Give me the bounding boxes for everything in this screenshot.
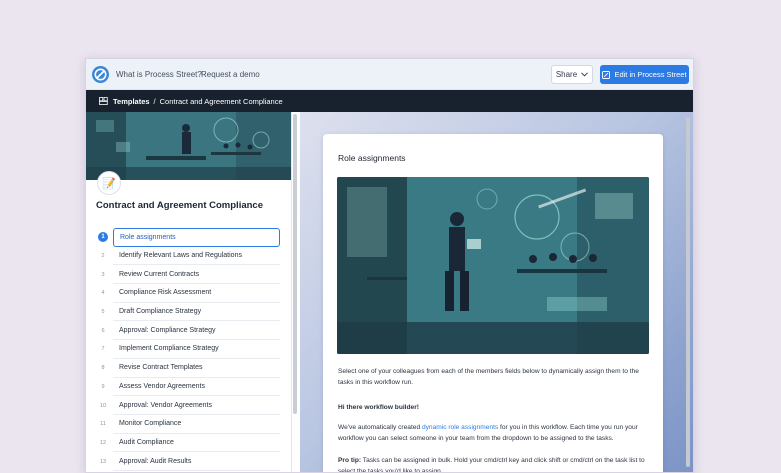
pro-tip-paragraph: Pro tip: Tasks can be assigned in bulk. … <box>338 455 648 473</box>
sidebar-scrollbar[interactable] <box>293 114 297 414</box>
task-number: 8 <box>101 365 105 372</box>
top-bar: What is Process Street? Request a demo S… <box>86 59 693 90</box>
task-label: Identify Relevant Laws and Regulations <box>113 247 280 266</box>
app-window: What is Process Street? Request a demo S… <box>85 58 694 473</box>
task-list: 1 Role assignments 2 Identify Relevant L… <box>86 228 291 471</box>
edit-button-label: Edit in Process Street <box>614 70 687 79</box>
pro-tip-text: Tasks can be assigned in bulk. Hold your… <box>338 457 645 473</box>
workflow-title: Contract and Agreement Compliance <box>96 200 263 211</box>
task-item[interactable]: 7 Implement Compliance Strategy <box>86 340 291 359</box>
task-number: 9 <box>101 383 105 390</box>
task-item[interactable]: 13 Approval: Audit Results <box>86 452 291 471</box>
task-item[interactable]: 5 Draft Compliance Strategy <box>86 303 291 322</box>
breadcrumb: Templates / Contract and Agreement Compl… <box>86 90 693 112</box>
main-content: Role assignments Select one of your coll… <box>300 112 693 473</box>
intro-paragraph: Select one of your colleagues from each … <box>338 368 639 386</box>
task-label: Approval: Compliance Strategy <box>113 321 280 341</box>
task-label: Audit Compliance <box>113 434 280 453</box>
task-number: 7 <box>101 346 105 353</box>
task-item[interactable]: 11 Monitor Compliance <box>86 415 291 434</box>
task-number: 12 <box>99 439 107 446</box>
task-number: 6 <box>101 327 105 334</box>
edit-in-process-street-button[interactable]: Edit in Process Street <box>600 65 689 84</box>
task-item[interactable]: 4 Compliance Risk Assessment <box>86 284 291 303</box>
task-item[interactable]: 12 Audit Compliance <box>86 434 291 453</box>
task-title: Role assignments <box>338 153 406 163</box>
task-item[interactable]: 1 Role assignments <box>86 228 291 247</box>
task-item[interactable]: 10 Approval: Vendor Agreements <box>86 396 291 415</box>
paragraph-text: We've automatically created <box>338 424 422 431</box>
chevron-down-icon <box>581 72 589 77</box>
task-item[interactable]: 6 Approval: Compliance Strategy <box>86 321 291 341</box>
edit-pencil-icon <box>602 70 611 79</box>
dynamic-role-assignments-link[interactable]: dynamic role assignments <box>422 424 498 431</box>
nav-what-is-process-street[interactable]: What is Process Street? <box>116 70 202 79</box>
task-image <box>337 177 649 354</box>
task-label: Review Current Contracts <box>113 265 280 285</box>
task-label: Implement Compliance Strategy <box>113 340 280 359</box>
task-number: 10 <box>99 402 107 409</box>
workflow-cover-image <box>86 112 291 180</box>
task-label: Role assignments <box>113 228 280 247</box>
dynamic-roles-paragraph: We've automatically created dynamic role… <box>338 422 648 444</box>
task-label: Draft Compliance Strategy <box>113 303 280 322</box>
task-label: Approval: Vendor Agreements <box>113 396 280 415</box>
share-button[interactable]: Share <box>551 65 593 84</box>
task-label: Revise Contract Templates <box>113 359 280 378</box>
task-label: Monitor Compliance <box>113 415 280 434</box>
templates-icon <box>99 97 108 105</box>
task-number: 3 <box>101 271 105 278</box>
nav-request-demo[interactable]: Request a demo <box>201 70 260 79</box>
task-item[interactable]: 2 Identify Relevant Laws and Regulations <box>86 247 291 266</box>
breadcrumb-templates[interactable]: Templates <box>113 97 150 106</box>
workflow-emoji-icon: 📝 <box>97 171 121 195</box>
task-number: 2 <box>101 253 105 260</box>
task-item[interactable]: 3 Review Current Contracts <box>86 265 291 285</box>
task-label: Compliance Risk Assessment <box>113 284 280 303</box>
task-item[interactable]: 8 Revise Contract Templates <box>86 359 291 378</box>
share-label: Share <box>555 70 578 79</box>
task-number: 5 <box>101 309 105 316</box>
task-label: Approval: Audit Results <box>113 452 280 471</box>
process-street-logo-icon[interactable] <box>92 66 109 83</box>
task-item[interactable]: 9 Assess Vendor Agreements <box>86 378 291 397</box>
task-label: Assess Vendor Agreements <box>113 378 280 397</box>
pro-tip-label: Pro tip: <box>338 457 362 464</box>
task-number: 11 <box>100 421 106 428</box>
task-card: Role assignments Select one of your coll… <box>323 134 663 473</box>
breadcrumb-current: Contract and Agreement Compliance <box>159 96 283 106</box>
greeting-heading: Hi there workflow builder! <box>338 404 419 411</box>
task-number: 13 <box>99 458 107 465</box>
workflow-sidebar: 📝 Contract and Agreement Compliance 1 Ro… <box>86 112 292 472</box>
task-number: 1 <box>98 232 108 243</box>
main-scrollbar[interactable] <box>686 117 690 467</box>
breadcrumb-separator: / <box>153 96 156 106</box>
task-number: 4 <box>101 290 105 297</box>
